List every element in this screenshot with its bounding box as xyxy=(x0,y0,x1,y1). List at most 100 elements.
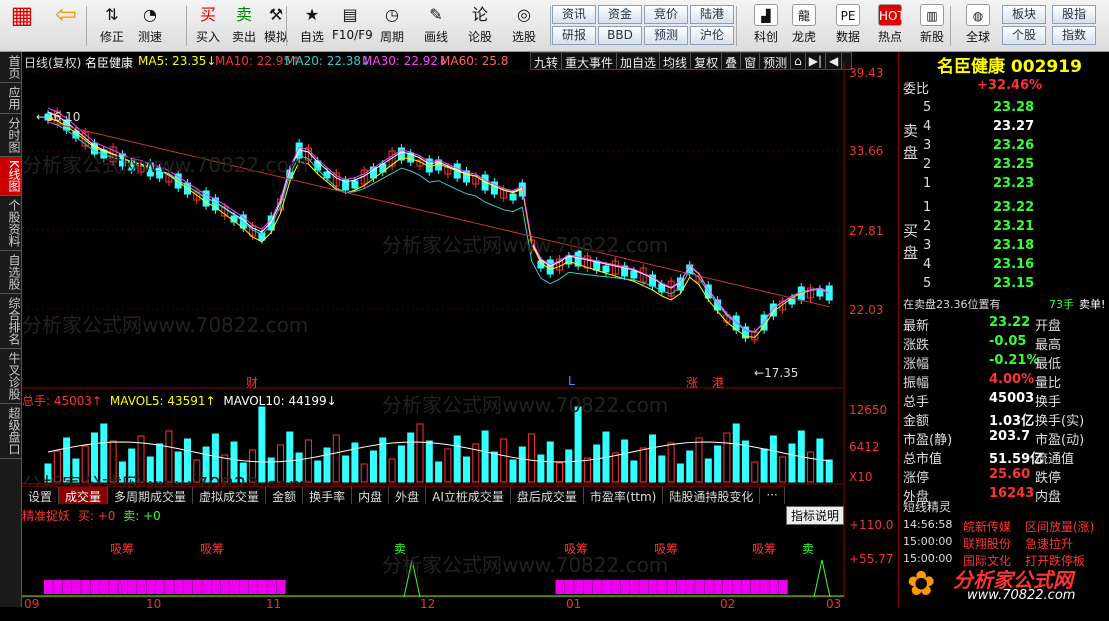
stat-label: 涨幅 xyxy=(903,357,930,372)
stat-value: 23.22 xyxy=(989,315,1031,330)
indicator-tab-1[interactable]: 成交量 xyxy=(59,487,109,504)
event-l[interactable]: L xyxy=(568,374,575,388)
toolbar-pencil-button[interactable]: ✎ 画线 xyxy=(418,4,454,48)
kline-chart[interactable]: 日线(复权) 名臣健康 MA5: 23.35↓ MA10: 22.95↑ MA2… xyxy=(22,52,897,611)
stat-label-2: 换手(实) xyxy=(1035,414,1085,429)
indicator-tab-10[interactable]: 市盈率(ttm) xyxy=(584,487,664,504)
volume-bar xyxy=(769,435,777,483)
indicator-bar xyxy=(583,580,593,594)
indicator-bar xyxy=(760,580,770,594)
toolbar-label: 周期 xyxy=(379,30,404,44)
indicator-bar xyxy=(174,580,184,594)
toolbar-clock-button[interactable]: ◷ 周期 xyxy=(374,4,410,48)
indicator-bar xyxy=(611,580,621,594)
indicator-help-button[interactable]: 指标说明 xyxy=(786,506,845,525)
toolbar-f10-button[interactable]: ▤ F10/F9 xyxy=(332,4,373,48)
site-logo: ✿ 分析家公式网 www.70822.com xyxy=(907,564,1107,604)
toolbar-btn-0-2[interactable]: 竞价 xyxy=(644,5,688,24)
toolbar-btn-0-1[interactable]: 资金 xyxy=(598,5,642,24)
toolbar-globe-button[interactable]: ◍ 全球 xyxy=(960,4,996,48)
toolbar-app-grid-button[interactable]: ▦ xyxy=(4,3,40,48)
toolbar-label: 模拟 xyxy=(263,30,288,44)
toolbar-btn2-1-0[interactable]: 个股 xyxy=(1002,26,1046,45)
toolbar-btn-0-0[interactable]: 资讯 xyxy=(552,5,596,24)
sidebar-tab-7[interactable]: 牛叉诊股 xyxy=(0,349,21,404)
sidebar-tab-3[interactable]: K线图 xyxy=(0,157,21,196)
event-cai[interactable]: 财 xyxy=(246,374,258,391)
toolbar-chat-button[interactable]: 论论股 xyxy=(462,4,498,48)
toolbar-buy-button[interactable]: 买买入 xyxy=(190,4,226,48)
indicator-tab-11[interactable]: 陆股通持股变化 xyxy=(663,487,761,504)
indicator-header: 精准捉妖 买: +0 卖: +0 xyxy=(22,509,161,523)
toolbar-btn-1-3[interactable]: 沪伦 xyxy=(690,26,734,45)
toolbar-separator xyxy=(286,6,287,46)
indicator-tab-6[interactable]: 内盘 xyxy=(352,487,390,504)
toolbar-star-button[interactable]: ★ 自选 xyxy=(294,4,330,48)
left-sidebar: 首页 应用 分时图 K线图 个股资料 自选股 综合排名 牛叉诊股 超级盘口 xyxy=(0,52,22,607)
watermark: 分析家公式网www.70822.com xyxy=(382,233,668,257)
sidebar-tab-4[interactable]: 个股资料 xyxy=(0,196,21,251)
indicator-tab-0[interactable]: 设置 xyxy=(22,487,60,504)
price-axis-3: 27.81 xyxy=(849,224,884,238)
toolbar-btn2-1-1[interactable]: 指数 xyxy=(1052,26,1096,45)
indicator-bar xyxy=(639,580,649,594)
toolbar-btn-1-2[interactable]: 预测 xyxy=(644,26,688,45)
indicator-bar xyxy=(90,580,100,594)
toolbar-btn2-0-0[interactable]: 板块 xyxy=(1002,5,1046,24)
buy-price: 23.18 xyxy=(993,238,1035,253)
sidebar-tab-8[interactable]: 超级盘口 xyxy=(0,404,21,459)
volume-bar xyxy=(323,447,331,483)
toolbar-up-down-button[interactable]: ⇅ 修正 xyxy=(94,4,130,48)
quote-panel: 名臣健康 002919 委比 +32.46% 5 23.28 4 23.27 3 23.26 2… xyxy=(898,52,1109,607)
indicator-bar xyxy=(574,580,584,594)
chat-icon: 论 xyxy=(471,5,488,24)
toolbar-ipo-button[interactable]: ▥ 新股 xyxy=(914,4,950,48)
toolbar-chart-button[interactable]: ▟ 科创 xyxy=(748,4,784,48)
indicator-signal: 卖 xyxy=(394,542,407,556)
volume-bar xyxy=(788,443,796,483)
sidebar-tab-0[interactable]: 首页 xyxy=(0,52,21,83)
indicator-tab-7[interactable]: 外盘 xyxy=(389,487,427,504)
toolbar-scan-button[interactable]: ◎ 选股 xyxy=(506,4,542,48)
sidebar-tab-1[interactable]: 应用 xyxy=(0,83,21,114)
toolbar-btn-1-0[interactable]: 研报 xyxy=(552,26,596,45)
indicator-tab-2[interactable]: 多周期成交量 xyxy=(108,487,194,504)
indicator-tab-5[interactable]: 换手率 xyxy=(303,487,353,504)
indicator-tab-3[interactable]: 虚拟成交量 xyxy=(193,487,267,504)
status-text: 在卖盘23.36位置有 xyxy=(903,298,1001,311)
stat-value: 16243 xyxy=(989,486,1035,501)
stat-label-2: 跌停 xyxy=(1035,471,1062,486)
event-gang[interactable]: 港 xyxy=(712,374,724,391)
chart-icon: ▟ xyxy=(754,4,778,26)
volume-bar xyxy=(509,459,517,483)
toolbar-sell-button[interactable]: 卖卖出 xyxy=(226,4,262,48)
sidebar-tab-6[interactable]: 综合排名 xyxy=(0,294,21,349)
indicator-tab-4[interactable]: 金额 xyxy=(266,487,304,504)
indicator-tabs: 设置 成交量 多周期成交量 虚拟成交量 金额 换手率 内盘 外盘 AI立桩成交量 盘后成交量 市盈率… xyxy=(22,486,785,504)
toolbar-btn-0-3[interactable]: 陆港 xyxy=(690,5,734,24)
sidebar-tab-2[interactable]: 分时图 xyxy=(0,114,21,157)
indicator-tab-8[interactable]: AI立桩成交量 xyxy=(426,487,511,504)
toolbar-back-arrow-button[interactable]: ⇦ xyxy=(48,2,84,48)
toolbar-label: F10/F9 xyxy=(332,28,373,42)
toolbar-btn2-0-1[interactable]: 股指 xyxy=(1052,5,1096,24)
candle xyxy=(351,180,359,189)
event-zhang[interactable]: 涨 xyxy=(686,374,698,391)
toolbar-btn-1-1[interactable]: BBD xyxy=(598,26,642,45)
stat-label-2: 市盈(动) xyxy=(1035,433,1085,448)
indicator-bar xyxy=(778,580,788,594)
indicator-bar xyxy=(276,580,286,594)
indicator-tab-9[interactable]: 盘后成交量 xyxy=(511,487,584,504)
toolbar-timer-button[interactable]: ◔ 测速 xyxy=(132,4,168,48)
buy-price: 23.21 xyxy=(993,219,1035,234)
short-title: 短线精灵 xyxy=(903,500,952,514)
candle xyxy=(630,270,638,279)
sell-price: 23.27 xyxy=(993,119,1035,134)
sidebar-tab-5[interactable]: 自选股 xyxy=(0,251,21,294)
toolbar-hammer-button[interactable]: ⚒ 模拟 xyxy=(258,4,294,48)
toolbar-pe-button[interactable]: PE 数据 xyxy=(830,4,866,48)
volume-bar xyxy=(360,463,368,483)
indicator-tab-12[interactable]: ··· xyxy=(760,487,785,504)
toolbar-dragon-button[interactable]: 龍龙虎 xyxy=(786,4,822,48)
toolbar-hot-button[interactable]: HOT 热点 xyxy=(872,4,908,48)
